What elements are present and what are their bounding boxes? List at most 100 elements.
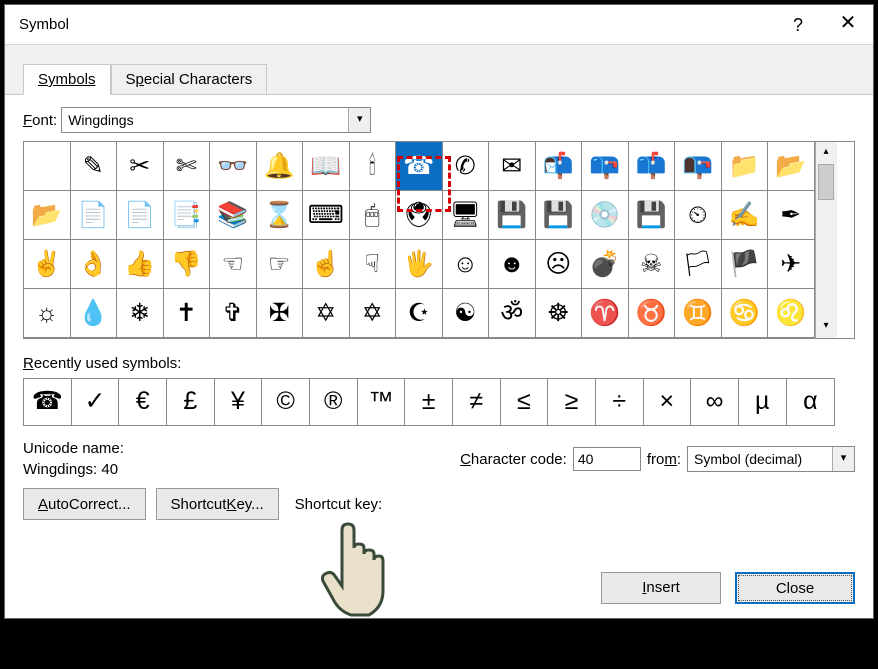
close-button[interactable]: Close — [735, 572, 855, 604]
symbol-cell[interactable]: 📑 — [164, 191, 211, 240]
recent-symbol-cell[interactable]: ✓ — [72, 379, 120, 425]
symbol-cell[interactable]: 💾 — [536, 191, 583, 240]
scroll-up-icon[interactable]: ▴ — [816, 142, 837, 164]
symbol-cell[interactable]: 💣 — [582, 240, 629, 289]
symbol-cell[interactable]: ⏲ — [675, 191, 722, 240]
symbol-cell[interactable]: 📭 — [675, 142, 722, 191]
symbol-cell[interactable]: 📄 — [71, 191, 118, 240]
symbol-cell[interactable]: ☼ — [24, 289, 71, 338]
symbol-cell[interactable]: 🕯 — [350, 142, 397, 191]
symbol-cell[interactable]: ☯ — [443, 289, 490, 338]
symbol-cell[interactable]: ☞ — [257, 240, 304, 289]
recent-symbol-cell[interactable]: ± — [405, 379, 453, 425]
recent-symbol-cell[interactable]: £ — [167, 379, 215, 425]
symbol-cell[interactable]: 📪 — [582, 142, 629, 191]
symbol-cell[interactable]: ☸ — [536, 289, 583, 338]
symbol-cell[interactable]: 💾 — [629, 191, 676, 240]
symbol-cell[interactable]: ✎ — [71, 142, 118, 191]
symbol-cell[interactable]: ⌛ — [257, 191, 304, 240]
tab-special-characters[interactable]: Special Characters — [111, 64, 268, 95]
symbol-cell[interactable]: ☝ — [303, 240, 350, 289]
symbol-cell[interactable]: 🔔 — [257, 142, 304, 191]
symbol-cell[interactable]: 🖲 — [396, 191, 443, 240]
symbol-cell[interactable]: 💾 — [489, 191, 536, 240]
close-icon[interactable]: ✕ — [823, 5, 873, 45]
symbol-cell[interactable]: ✠ — [257, 289, 304, 338]
symbol-cell[interactable]: 📂 — [768, 142, 815, 191]
symbol-cell[interactable]: ✡ — [303, 289, 350, 338]
character-code-input[interactable] — [573, 447, 641, 471]
symbol-cell[interactable]: ✉ — [489, 142, 536, 191]
symbol-cell[interactable]: ♋ — [722, 289, 769, 338]
symbol-cell[interactable]: ✆ — [443, 142, 490, 191]
recent-symbol-cell[interactable]: × — [644, 379, 692, 425]
symbol-cell[interactable]: ✝ — [164, 289, 211, 338]
chevron-down-icon[interactable]: ▾ — [348, 108, 370, 132]
symbol-cell[interactable]: ♈ — [582, 289, 629, 338]
symbol-cell[interactable]: 🏴 — [722, 240, 769, 289]
symbol-cell[interactable] — [24, 142, 71, 191]
recent-symbol-cell[interactable]: ™ — [358, 379, 406, 425]
symbol-cell[interactable]: ☪ — [396, 289, 443, 338]
symbol-cell[interactable]: ❄ — [117, 289, 164, 338]
symbol-cell[interactable]: 📄 — [117, 191, 164, 240]
tab-symbols[interactable]: Symbols — [23, 64, 111, 95]
symbol-cell[interactable]: 📁 — [722, 142, 769, 191]
recent-symbol-cell[interactable]: © — [262, 379, 310, 425]
chevron-down-icon[interactable]: ▾ — [832, 447, 854, 471]
recent-symbol-cell[interactable]: α — [787, 379, 835, 425]
recent-symbol-cell[interactable]: µ — [739, 379, 787, 425]
symbol-cell[interactable]: 🖐 — [396, 240, 443, 289]
font-select[interactable]: Wingdings ▾ — [61, 107, 371, 133]
symbol-cell[interactable]: ♊ — [675, 289, 722, 338]
recent-symbol-cell[interactable]: ≠ — [453, 379, 501, 425]
symbol-cell[interactable]: ☹ — [536, 240, 583, 289]
recent-symbol-cell[interactable]: ≤ — [501, 379, 549, 425]
recent-symbol-cell[interactable]: ® — [310, 379, 358, 425]
symbol-cell[interactable]: ♌ — [768, 289, 815, 338]
help-button[interactable]: ? — [773, 5, 823, 45]
symbol-cell[interactable]: ☜ — [210, 240, 257, 289]
symbol-cell[interactable]: ☺ — [443, 240, 490, 289]
symbol-cell[interactable]: 📖 — [303, 142, 350, 191]
from-select[interactable]: Symbol (decimal) ▾ — [687, 446, 855, 472]
symbol-cell[interactable]: 👎 — [164, 240, 211, 289]
symbol-cell[interactable]: 💿 — [582, 191, 629, 240]
symbol-cell[interactable]: 📂 — [24, 191, 71, 240]
symbol-cell[interactable]: ✂ — [117, 142, 164, 191]
symbol-cell[interactable]: ✒ — [768, 191, 815, 240]
symbol-cell[interactable]: ☻ — [489, 240, 536, 289]
symbol-cell[interactable]: ☎ — [396, 142, 443, 191]
symbol-cell[interactable]: 🖥 — [443, 191, 490, 240]
symbol-cell[interactable]: ✈ — [768, 240, 815, 289]
symbol-cell[interactable]: ☠ — [629, 240, 676, 289]
symbol-cell[interactable]: 👌 — [71, 240, 118, 289]
symbol-cell[interactable]: ⌨ — [303, 191, 350, 240]
symbol-cell[interactable]: 📚 — [210, 191, 257, 240]
recent-symbol-cell[interactable]: ≥ — [548, 379, 596, 425]
grid-scrollbar[interactable]: ▴ ▾ — [815, 142, 837, 338]
symbol-cell[interactable]: ♉ — [629, 289, 676, 338]
symbol-cell[interactable]: ॐ — [489, 289, 536, 338]
symbol-cell[interactable]: 🖱 — [350, 191, 397, 240]
recent-symbol-cell[interactable]: ¥ — [215, 379, 263, 425]
symbol-cell[interactable]: ✄ — [164, 142, 211, 191]
symbol-cell[interactable]: ✍ — [722, 191, 769, 240]
symbol-cell[interactable]: ✞ — [210, 289, 257, 338]
symbol-cell[interactable]: 🏳 — [675, 240, 722, 289]
recent-symbol-cell[interactable]: ÷ — [596, 379, 644, 425]
symbol-cell[interactable]: ☟ — [350, 240, 397, 289]
symbol-cell[interactable]: 📫 — [629, 142, 676, 191]
symbol-cell[interactable]: ✡ — [350, 289, 397, 338]
insert-button[interactable]: Insert — [601, 572, 721, 604]
symbol-cell[interactable]: ✌ — [24, 240, 71, 289]
shortcut-key-button[interactable]: Shortcut Key... — [156, 488, 279, 520]
symbol-cell[interactable]: 👓 — [210, 142, 257, 191]
autocorrect-button[interactable]: AutoCorrect... — [23, 488, 146, 520]
recent-symbol-cell[interactable]: ∞ — [691, 379, 739, 425]
symbol-cell[interactable]: 💧 — [71, 289, 118, 338]
recent-symbol-cell[interactable]: ☎ — [24, 379, 72, 425]
symbol-cell[interactable]: 📬 — [536, 142, 583, 191]
symbol-cell[interactable]: 👍 — [117, 240, 164, 289]
scroll-thumb[interactable] — [818, 164, 834, 200]
